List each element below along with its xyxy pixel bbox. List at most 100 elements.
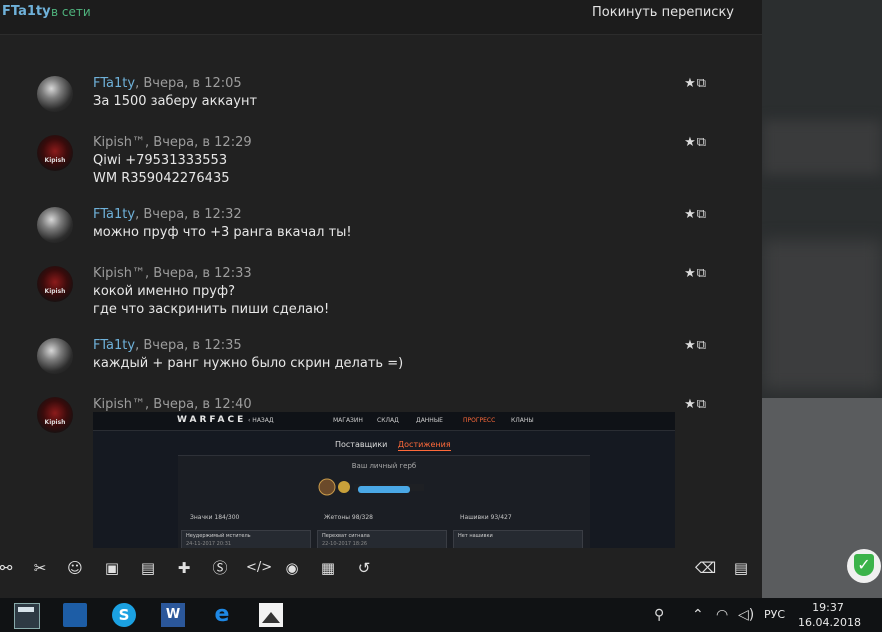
game-card: Нет нашивки — [453, 530, 583, 548]
image-icon[interactable]: ▣ — [102, 558, 122, 578]
avatar[interactable] — [37, 76, 73, 112]
message-meta: Kipish™, Вчера, в 12:29 — [93, 135, 252, 150]
message-time: , Вчера, в 12:33 — [145, 266, 252, 281]
game-panel: Ваш личный герб Значки 184/300 Жетоны 98… — [178, 455, 590, 548]
eraser-icon[interactable]: ⌫ — [695, 558, 716, 578]
message-actions[interactable]: ★⧉ — [684, 266, 707, 281]
message-actions[interactable]: ★⧉ — [684, 135, 707, 150]
volume-icon[interactable]: ◁) — [738, 607, 754, 623]
game-panel-title: Ваш личный герб — [351, 462, 417, 470]
game-stat: Значки 184/300 — [190, 514, 240, 521]
avatar[interactable]: Kipish — [37, 266, 73, 302]
game-nav-item: ДАННЫЕ — [416, 417, 443, 424]
message-author[interactable]: Kipish™ — [93, 266, 145, 281]
message-actions[interactable]: ★⧉ — [684, 76, 707, 91]
message-author[interactable]: Kipish™ — [93, 397, 145, 412]
editor-toolbar: ⚯ ✂ ☺ ▣ ▤ ✚ Ⓢ </> ◉ ▦ ↺ ⌫ ▤ — [0, 549, 762, 587]
message-time: , Вчера, в 12:29 — [145, 135, 252, 150]
message-text: где что заскринить пиши сделаю! — [93, 302, 330, 317]
language-indicator[interactable]: РУС — [764, 608, 785, 621]
leave-conversation-link[interactable]: Покинуть переписку — [592, 5, 734, 20]
save-icon[interactable]: ▦ — [318, 558, 338, 578]
message-text: WM R359042276435 — [93, 171, 230, 186]
emoji-icon[interactable]: ☺ — [65, 558, 85, 578]
message-meta: Kipish™, Вчера, в 12:40 — [93, 397, 252, 412]
game-tabs: Поставщики Достижения — [335, 440, 451, 451]
document-icon[interactable]: ▤ — [731, 558, 751, 578]
message-meta: Kipish™, Вчера, в 12:33 — [93, 266, 252, 281]
game-card-date: 22-10-2017 18:26 — [322, 541, 368, 547]
message-item: Kipish Kipish™, Вчера, в 12:29 Qiwi +795… — [37, 135, 707, 190]
game-nav-item: ПРОГРЕСС — [463, 417, 496, 424]
game-card-title: Неудержимый мститель — [186, 533, 251, 539]
people-icon[interactable]: ⚲ — [654, 607, 664, 623]
chat-window: FTa1ty в сети Покинуть переписку FTa1ty,… — [0, 0, 762, 598]
message-item: FTa1ty, Вчера, в 12:35 каждый + ранг нуж… — [37, 338, 707, 378]
clock-date: 16.04.2018 — [798, 616, 861, 629]
message-time: , Вчера, в 12:35 — [135, 338, 242, 353]
message-meta: FTa1ty, Вчера, в 12:32 — [93, 207, 242, 222]
windows-taskbar: S W e ⚲ ⌃ ◠ ◁) РУС 19:37 16.04.2018 — [0, 598, 882, 632]
game-card-title: Перехват сигнала — [322, 533, 370, 539]
message-author[interactable]: FTa1ty — [93, 76, 135, 91]
message-text: кокой именно пруф? — [93, 284, 235, 299]
avatar-label: Kipish — [44, 288, 66, 295]
message-time: , Вчера, в 12:32 — [135, 207, 242, 222]
message-actions[interactable]: ★⧉ — [684, 207, 707, 222]
game-nav-item: СКЛАД — [377, 417, 399, 424]
clock-time: 19:37 — [812, 601, 844, 614]
avatar-label: Kipish — [44, 419, 66, 426]
plus-icon[interactable]: ✚ — [174, 558, 194, 578]
calculator-icon[interactable] — [14, 603, 40, 629]
video-icon[interactable]: ▤ — [138, 558, 158, 578]
message-author[interactable]: FTa1ty — [93, 338, 135, 353]
blurred-content — [762, 120, 882, 175]
attached-screenshot[interactable]: WARFACE ‹ НАЗАД МАГАЗИН СКЛАД ДАННЫЕ ПРО… — [93, 412, 675, 548]
hide-icon[interactable]: ◉ — [282, 558, 302, 578]
system-clock[interactable]: 19:37 16.04.2018 — [798, 600, 861, 630]
avatar[interactable]: Kipish — [37, 135, 73, 171]
message-actions[interactable]: ★⧉ — [684, 338, 707, 353]
online-status: в сети — [51, 5, 91, 19]
shield-check-icon: ✓ — [854, 554, 874, 576]
skype-icon[interactable]: Ⓢ — [210, 558, 230, 578]
game-tab: Поставщики — [335, 440, 388, 449]
header-username[interactable]: FTa1ty — [2, 4, 51, 19]
avatar-label: Kipish — [44, 157, 66, 164]
message-item: FTa1ty, Вчера, в 12:32 можно пруф что +3… — [37, 207, 707, 247]
chat-header: FTa1ty в сети Покинуть переписку — [0, 0, 762, 35]
message-text: Qiwi +79531333553 — [93, 153, 228, 168]
avatar[interactable] — [37, 338, 73, 374]
message-meta: FTa1ty, Вчера, в 12:35 — [93, 338, 242, 353]
code-icon[interactable]: </> — [246, 558, 272, 578]
game-logo: WARFACE — [177, 415, 247, 425]
undo-icon[interactable]: ↺ — [354, 558, 374, 578]
game-card-date: 24-11-2017 20:31 — [186, 541, 232, 547]
skype-app-icon[interactable]: S — [112, 603, 136, 627]
game-tab-active: Достижения — [397, 440, 451, 451]
photos-app-icon[interactable] — [259, 603, 283, 627]
blurred-content — [762, 240, 882, 390]
chevron-up-icon[interactable]: ⌃ — [692, 607, 704, 623]
message-actions[interactable]: ★⧉ — [684, 397, 707, 412]
message-time: , Вчера, в 12:05 — [135, 76, 242, 91]
wifi-icon[interactable]: ◠ — [716, 607, 728, 623]
game-back: ‹ НАЗАД — [248, 417, 274, 424]
edge-browser-icon[interactable]: e — [210, 603, 234, 627]
protection-badge[interactable]: ✓ — [847, 549, 881, 583]
message-text: За 1500 заберу аккаунт — [93, 94, 258, 109]
message-author[interactable]: Kipish™ — [93, 135, 145, 150]
game-card-title: Нет нашивки — [458, 533, 493, 539]
computer-icon[interactable] — [63, 603, 87, 627]
message-item: FTa1ty, Вчера, в 12:05 За 1500 заберу ак… — [37, 76, 707, 116]
avatar[interactable] — [37, 207, 73, 243]
game-stat: Жетоны 98/328 — [324, 514, 373, 521]
game-stat: Нашивки 93/427 — [460, 514, 512, 521]
game-card: Перехват сигнала 22-10-2017 18:26 — [317, 530, 447, 548]
word-app-icon[interactable]: W — [161, 603, 185, 627]
unlink-icon[interactable]: ✂ — [30, 558, 50, 578]
avatar[interactable]: Kipish — [37, 397, 73, 433]
message-author[interactable]: FTa1ty — [93, 207, 135, 222]
link-icon[interactable]: ⚯ — [0, 558, 16, 578]
game-topbar: WARFACE ‹ НАЗАД МАГАЗИН СКЛАД ДАННЫЕ ПРО… — [93, 412, 675, 431]
